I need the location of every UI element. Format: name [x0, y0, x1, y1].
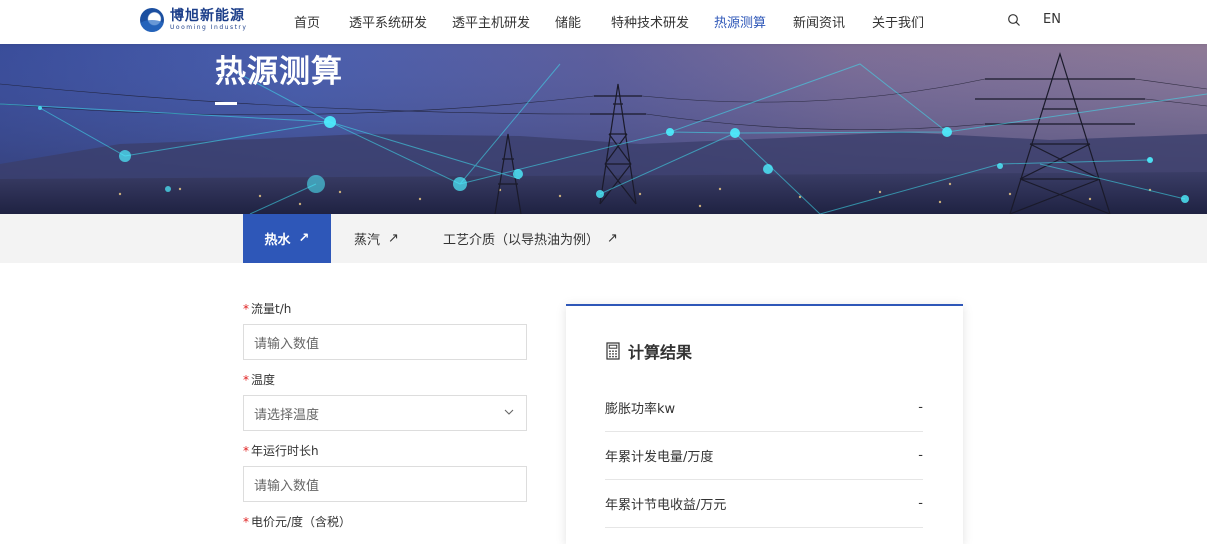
tab-steam[interactable]: 蒸汽 ↗ [354, 214, 399, 263]
tab-label-hot-water: 热水 [264, 233, 291, 248]
price-label: * 电价元/度（含税） [243, 513, 527, 531]
brand-name-cn: 博旭新能源 [170, 8, 245, 24]
logo-icon [140, 8, 164, 32]
nav-item-special-tech[interactable]: 特种技术研发 [611, 12, 689, 31]
chevron-down-icon [504, 409, 514, 415]
nav-item-news[interactable]: 新闻资讯 [793, 12, 845, 31]
hours-label-text: 年运行时长h [251, 444, 319, 458]
result-row-label: 膨胀功率kw [605, 402, 676, 417]
result-header: 计算结果 [606, 339, 692, 363]
required-mark: * [243, 302, 249, 316]
tab-process-medium[interactable]: 工艺介质（以导热油为例） ↗ [443, 214, 618, 263]
tab-hot-water[interactable]: 热水 ↗ [243, 214, 331, 263]
search-icon[interactable] [1007, 13, 1021, 27]
page-title: 热源测算 [215, 54, 343, 90]
logo-text: 博旭新能源 Uooming Industry [170, 9, 247, 31]
result-row-value: - [918, 400, 923, 415]
result-row: 年累计节电收益/万元 - [605, 480, 923, 528]
brand-logo[interactable]: 博旭新能源 Uooming Industry [140, 8, 247, 32]
required-mark: * [243, 515, 249, 529]
result-row: 年累计发电量/万度 - [605, 432, 923, 480]
flow-label: * 流量t/h [243, 300, 527, 318]
hours-input[interactable]: 请输入数值 [243, 466, 527, 502]
result-row: 膨胀功率kw - [605, 384, 923, 432]
hours-placeholder: 请输入数值 [254, 478, 320, 494]
price-label-text: 电价元/度（含税） [251, 515, 352, 529]
temperature-placeholder: 请选择温度 [254, 407, 320, 423]
required-mark: * [243, 444, 249, 458]
flow-input[interactable]: 请输入数值 [243, 324, 527, 360]
temperature-label-text: 温度 [251, 373, 276, 387]
temperature-label: * 温度 [243, 371, 527, 389]
required-mark: * [243, 373, 249, 387]
calculator-icon [606, 342, 620, 360]
hours-label: * 年运行时长h [243, 442, 527, 460]
flow-placeholder: 请输入数值 [254, 336, 320, 352]
hero-banner: 热源测算 [0, 44, 1207, 214]
result-row-value: - [918, 448, 923, 463]
calc-tabs: 热水 ↗ 蒸汽 ↗ 工艺介质（以导热油为例） ↗ [0, 214, 1207, 263]
result-panel: 计算结果 膨胀功率kw - 年累计发电量/万度 - 年累计节电收益/万元 - [566, 304, 963, 544]
language-switch[interactable]: EN [1043, 12, 1061, 27]
nav-item-energy-storage[interactable]: 储能 [555, 12, 581, 31]
tab-label-steam: 蒸汽 [354, 233, 381, 248]
nav-item-home[interactable]: 首页 [294, 12, 320, 31]
arrow-up-right-icon: ↗ [298, 231, 310, 246]
nav-item-about[interactable]: 关于我们 [872, 12, 924, 31]
result-row-value: - [918, 496, 923, 511]
tab-label-process-medium: 工艺介质（以导热油为例） [443, 233, 600, 248]
temperature-select[interactable]: 请选择温度 [243, 395, 527, 431]
top-header: 博旭新能源 Uooming Industry 首页 透平系统研发 透平主机研发 … [0, 0, 1207, 44]
flow-label-text: 流量t/h [251, 302, 292, 316]
nav-item-turbine-system[interactable]: 透平系统研发 [349, 12, 427, 31]
result-title: 计算结果 [628, 343, 693, 362]
calc-form: * 流量t/h 请输入数值 * 温度 请选择温度 * 年运行时长h 请输入数值 * 电价… [243, 300, 527, 531]
arrow-up-right-icon: ↗ [388, 231, 399, 246]
arrow-up-right-icon: ↗ [607, 231, 618, 246]
nav-item-heat-calc[interactable]: 热源测算 [714, 12, 766, 31]
nav-item-turbine-host[interactable]: 透平主机研发 [452, 12, 530, 31]
brand-name-en: Uooming Industry [170, 24, 248, 31]
power-grid-illustration [0, 44, 1207, 214]
result-row-label: 年累计节电收益/万元 [605, 498, 727, 513]
result-row-label: 年累计发电量/万度 [605, 450, 714, 465]
title-underline [215, 102, 237, 105]
